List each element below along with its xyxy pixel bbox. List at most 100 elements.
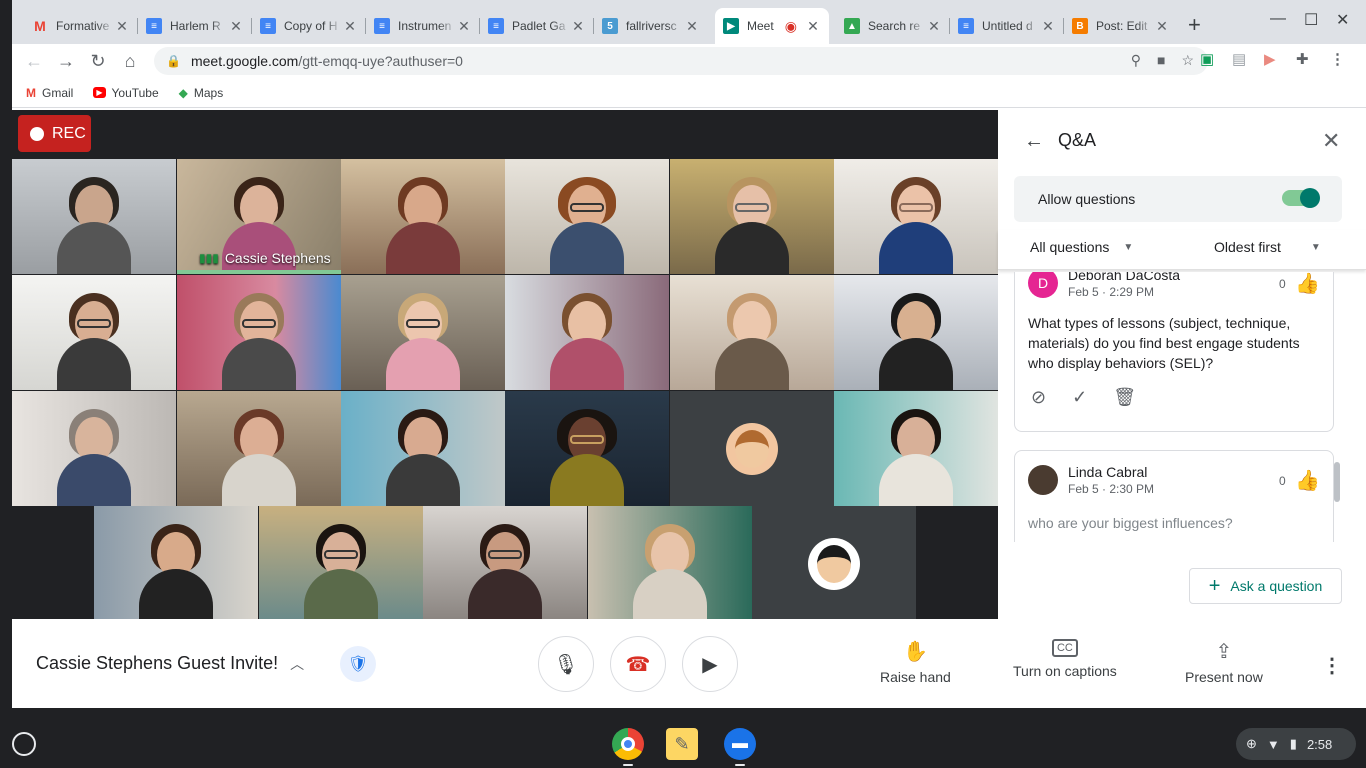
scrollbar[interactable] [1334,462,1340,502]
chrome-app-icon[interactable] [612,728,644,760]
more-options-icon[interactable]: ⋮ [1322,653,1342,678]
extension-icon[interactable]: ▤ [1232,50,1246,68]
caret-down-icon: ▼ [1310,241,1321,253]
ask-question-button[interactable]: + Ask a question [1189,568,1342,604]
tab-search[interactable]: ▲ Search re ✕ [836,8,950,44]
address-bar[interactable]: 🔒 meet.google.com/gtt-emqq-uye?authuser=… [154,47,1208,75]
tab-fallriver[interactable]: 5 fallriversc ✕ [594,8,708,44]
tab-formative[interactable]: M Formative ✕ [24,8,138,44]
docs-icon: ≡ [146,18,162,34]
participant-tile[interactable] [177,275,341,390]
participant-tile[interactable] [12,159,176,274]
extension-icon[interactable]: ▣ [1200,50,1214,68]
chevron-up-icon[interactable]: ︿ [290,654,304,674]
avatar [808,537,860,590]
tab-untitled[interactable]: ≡ Untitled d ✕ [950,8,1064,44]
video-camera-icon: ▶ [702,653,718,676]
participant-tile[interactable] [505,391,669,506]
reload-icon[interactable]: ↻ [82,51,114,72]
puzzle-icon[interactable]: ✚ [1296,50,1309,68]
forward-icon[interactable]: → [50,51,82,72]
location-icon[interactable]: ⚲ [1131,52,1141,69]
meeting-details[interactable]: Cassie Stephens Guest Invite! ︿ [36,653,304,674]
participant-tile[interactable] [177,391,341,506]
participant-tile[interactable] [94,506,258,621]
question-filter-dropdown[interactable]: All questions ▼ [1030,239,1133,255]
participant-tile[interactable] [12,275,176,390]
camera-icon[interactable]: ■ [1157,52,1165,69]
qa-filters: All questions ▼ Oldest first ▼ [998,230,1366,270]
tab-copy-of[interactable]: ≡ Copy of H ✕ [252,8,366,44]
participant-tile[interactable] [12,391,176,506]
close-icon[interactable]: ✕ [228,18,244,35]
close-icon[interactable]: ✕ [1040,18,1056,35]
status-tray[interactable]: ⊕ ▼ ▮ 2:58 [1236,728,1356,760]
bookmark-gmail[interactable]: M Gmail [26,86,73,100]
participant-tile[interactable] [670,159,834,274]
captions-button[interactable]: CC Turn on captions [1013,639,1117,679]
leave-call-button[interactable]: ☎ [610,636,666,692]
participant-tile[interactable] [588,506,752,621]
participant-tile-active-speaker[interactable]: ▮▮▮ Cassie Stephens [177,159,341,274]
close-icon[interactable]: ✕ [926,18,942,35]
allow-questions-toggle[interactable] [1282,188,1320,208]
tab-harlem[interactable]: ≡ Harlem R ✕ [138,8,252,44]
sort-order-dropdown[interactable]: Oldest first ▼ [1214,239,1321,255]
close-icon[interactable]: ✕ [456,18,472,35]
tab-instrument[interactable]: ≡ Instrumen ✕ [366,8,480,44]
participant-tile[interactable] [423,506,587,621]
microphone-button[interactable]: 🎙 [538,636,594,692]
files-app-icon[interactable]: ▬ [724,728,756,760]
close-icon[interactable]: ✕ [684,18,700,35]
notes-app-icon[interactable]: ✎ [666,728,698,760]
question-text: What types of lessons (subject, techniqu… [1028,315,1300,371]
launcher-button[interactable] [12,732,36,756]
participant-tile[interactable] [341,159,505,274]
close-icon[interactable]: ✕ [1154,18,1170,35]
star-icon[interactable]: ☆ [1181,52,1194,69]
tab-meet[interactable]: ▶ Meet ◉ ✕ [715,8,829,44]
back-arrow-icon[interactable]: ← [1024,130,1044,153]
bookmark-youtube[interactable]: ▶ YouTube [93,86,159,100]
participant-tile-avatar[interactable] [752,506,916,621]
new-tab-button[interactable]: + [1188,12,1201,38]
participant-tile[interactable] [505,275,669,390]
tab-post-edit[interactable]: B Post: Edit ✕ [1064,8,1178,44]
menu-icon[interactable]: ⋮ [1330,50,1345,68]
home-icon[interactable]: ⌂ [114,51,146,72]
tab-padlet[interactable]: ≡ Padlet Ga ✕ [480,8,594,44]
minimize-button[interactable]: — [1270,10,1286,28]
bookmark-maps[interactable]: ◆ Maps [179,86,224,100]
close-icon[interactable]: ✕ [805,18,821,35]
question-time: Feb 5 · 2:30 PM [1068,482,1155,496]
participant-tile[interactable] [834,391,998,506]
participant-tile[interactable] [834,159,998,274]
camera-button[interactable]: ▶ [682,636,738,692]
present-button[interactable]: ⇪ Present now [1185,639,1263,685]
trash-icon[interactable]: 🗑 [1113,387,1136,408]
close-icon[interactable]: ✕ [1322,128,1340,154]
docs-icon: ≡ [374,18,390,34]
hide-icon[interactable]: ⊘ [1031,387,1046,408]
url-path: /gtt-emqq-uye?authuser=0 [298,53,463,69]
participant-tile[interactable] [341,275,505,390]
participant-tile[interactable] [341,391,505,506]
host-controls-button[interactable]: 🛡 [340,646,376,682]
participant-tile[interactable] [834,275,998,390]
plus-icon: + [1208,574,1221,597]
extension-icon[interactable]: ▶ [1264,50,1276,68]
close-icon[interactable]: ✕ [114,18,130,35]
checkmark-icon[interactable]: ✓ [1072,387,1087,408]
participant-tile[interactable] [670,275,834,390]
thumbs-up-icon[interactable]: 👍 [1295,272,1320,296]
raise-hand-button[interactable]: ✋ Raise hand [880,639,951,685]
close-icon[interactable]: ✕ [342,18,358,35]
close-icon[interactable]: ✕ [570,18,586,35]
participant-tile[interactable] [259,506,423,621]
maximize-button[interactable]: ☐ [1304,10,1318,30]
participant-tile[interactable] [505,159,669,274]
back-icon[interactable]: ← [18,51,50,72]
thumbs-up-icon[interactable]: 👍 [1295,468,1320,493]
participant-tile-avatar[interactable] [670,391,834,506]
close-window-button[interactable]: ✕ [1336,10,1349,30]
